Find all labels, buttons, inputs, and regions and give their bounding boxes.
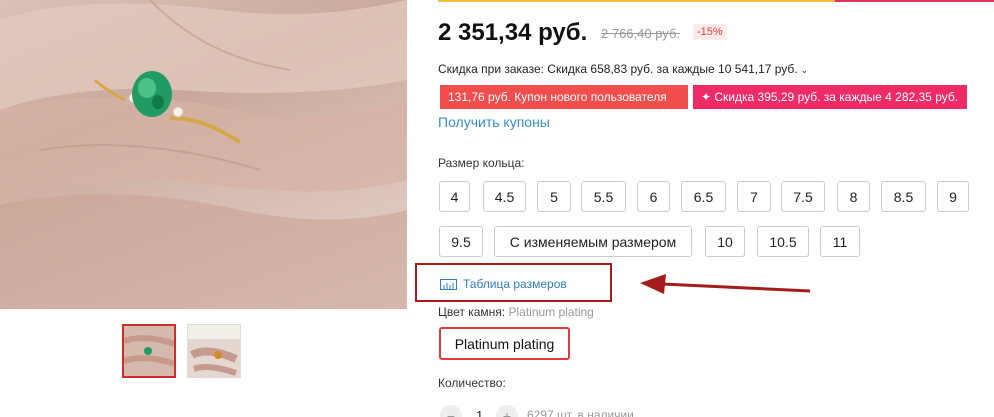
annotation-arrow-icon <box>640 274 811 294</box>
discount-badge: -15% <box>693 24 727 40</box>
size-option[interactable]: 8 <box>837 181 870 212</box>
quantity-label: Количество: <box>438 376 506 390</box>
ring-size-label: Размер кольца: <box>438 156 525 170</box>
coupon-discount-label: ✦ Скидка 395,29 руб. за каждые 4 282,35 … <box>701 90 959 104</box>
order-discount-dropdown[interactable]: Скидка при заказе: Скидка 658,83 руб. за… <box>438 62 808 76</box>
chevron-down-icon: ⌄ <box>800 65 809 75</box>
stock-count: 6297 шт. в наличии <box>527 408 634 417</box>
ruler-icon <box>440 278 457 290</box>
size-option[interactable]: 5.5 <box>581 181 626 212</box>
coupon-discount[interactable]: ✦ Скидка 395,29 руб. за каждые 4 282,35 … <box>693 85 967 112</box>
get-coupons-link[interactable]: Получить купоны <box>438 114 550 130</box>
old-price: 2 766,40 руб. <box>601 26 681 41</box>
size-option[interactable]: 9.5 <box>439 226 483 257</box>
size-table-link[interactable]: Таблица размеров <box>440 277 567 291</box>
size-option-adjustable[interactable]: С изменяемым размером <box>494 226 692 257</box>
quantity-value[interactable]: 1 <box>476 408 483 417</box>
coupon-new-user[interactable]: 131,76 руб. Купон нового пользователя <box>440 85 688 112</box>
coupon-edge <box>440 109 688 112</box>
stone-option-platinum[interactable]: Platinum plating <box>439 327 570 360</box>
stone-color-label: Цвет камня: Platinum plating <box>438 305 594 319</box>
quantity-increase-button[interactable]: + <box>496 405 518 417</box>
order-discount-text: Скидка при заказе: Скидка 658,83 руб. за… <box>438 62 798 76</box>
size-option[interactable]: 7 <box>737 181 771 212</box>
stone-color-value: Platinum plating <box>508 305 594 319</box>
size-option[interactable]: 4 <box>439 181 470 212</box>
size-option[interactable]: 6.5 <box>681 181 726 212</box>
size-option[interactable]: 7.5 <box>781 181 825 212</box>
size-option[interactable]: 8.5 <box>881 181 926 212</box>
thumbnail-ring-on-hand[interactable] <box>187 324 241 378</box>
size-option[interactable]: 4.5 <box>483 181 526 212</box>
size-table-label: Таблица размеров <box>463 277 567 291</box>
size-option[interactable]: 11 <box>820 226 860 257</box>
size-option[interactable]: 5 <box>537 181 571 212</box>
top-accent-bar-right <box>835 0 994 2</box>
coupon-edge <box>693 109 967 112</box>
coupon-new-user-label: 131,76 руб. Купон нового пользователя <box>448 90 667 104</box>
size-option[interactable]: 10 <box>705 226 745 257</box>
thumbnail-ring-closeup[interactable] <box>122 324 176 378</box>
size-option[interactable]: 6 <box>637 181 670 212</box>
stone-color-label-text: Цвет камня: <box>438 305 506 319</box>
current-price: 2 351,34 руб. <box>438 19 588 46</box>
size-option[interactable]: 10.5 <box>757 226 809 257</box>
quantity-decrease-button[interactable]: − <box>440 405 462 417</box>
main-product-image[interactable] <box>0 0 407 309</box>
size-option[interactable]: 9 <box>937 181 969 212</box>
